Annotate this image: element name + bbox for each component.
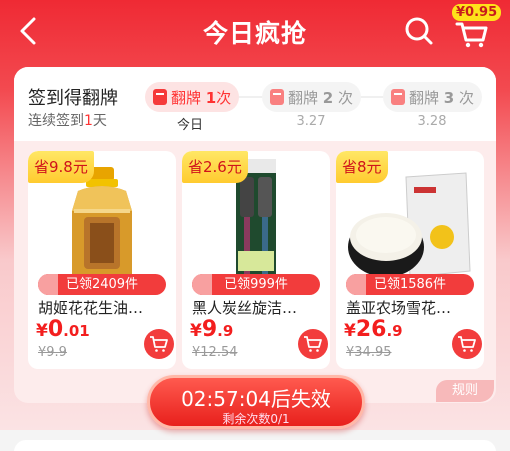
cart-icon bbox=[150, 336, 168, 352]
product-name: 黑人炭丝旋洁… bbox=[192, 299, 298, 317]
signin-streak: 连续签到1天 bbox=[28, 113, 107, 129]
countdown-text: 02:57:04后失效 bbox=[181, 387, 331, 411]
add-to-cart-button[interactable] bbox=[452, 329, 482, 359]
flip-step-3-date: 3.28 bbox=[417, 114, 447, 129]
signin-title: 签到得翻牌 bbox=[28, 88, 118, 109]
flip-step-2[interactable]: 翻牌 2 次 bbox=[262, 82, 362, 112]
card-icon bbox=[270, 89, 284, 105]
savings-tag: 省8元 bbox=[336, 151, 388, 183]
cart-amount-badge: ¥0.95 bbox=[452, 4, 502, 21]
claimed-count: 已领999件 bbox=[192, 274, 320, 295]
card-icon bbox=[153, 89, 167, 105]
product-price: ¥9.9 bbox=[190, 317, 234, 342]
next-section-card bbox=[14, 440, 496, 451]
product-price: ¥0.01 bbox=[36, 317, 90, 342]
flip-step-3[interactable]: 翻牌 3 次 bbox=[383, 82, 483, 112]
product-name: 胡姬花花生油… bbox=[38, 299, 144, 317]
claimed-count: 已领1586件 bbox=[346, 274, 474, 295]
cart-icon bbox=[458, 336, 476, 352]
original-price: ¥34.95 bbox=[346, 345, 392, 360]
original-price: ¥12.54 bbox=[192, 345, 238, 360]
cart-icon bbox=[304, 336, 322, 352]
product-card-peanut-oil[interactable]: 省9.8元 已领2409件 胡姬花花生油… ¥0.01 ¥9.9 bbox=[28, 151, 176, 369]
product-card-rice[interactable]: 省8元 已领1586件 盖亚农场雪花… ¥26.9 ¥34.95 bbox=[336, 151, 484, 369]
flip-step-1[interactable]: 翻牌 1次 bbox=[145, 82, 240, 112]
flip-step-1-date: 今日 bbox=[176, 118, 203, 133]
add-to-cart-button[interactable] bbox=[144, 329, 174, 359]
card-icon bbox=[391, 89, 405, 105]
savings-tag: 省9.8元 bbox=[28, 151, 94, 183]
product-name: 盖亚农场雪花… bbox=[346, 299, 452, 317]
claimed-count: 已领2409件 bbox=[38, 274, 166, 295]
search-icon[interactable] bbox=[404, 16, 434, 46]
product-price: ¥26.9 bbox=[344, 317, 403, 342]
flip-step-2-date: 3.27 bbox=[296, 114, 326, 129]
product-card-toothbrush[interactable]: 省2.6元 已领999件 黑人炭丝旋洁… ¥9.9 ¥12.54 bbox=[182, 151, 330, 369]
add-to-cart-button[interactable] bbox=[298, 329, 328, 359]
original-price: ¥9.9 bbox=[38, 345, 67, 360]
remaining-count: 剩余次数0/1 bbox=[222, 412, 290, 426]
back-arrow-icon[interactable] bbox=[14, 16, 42, 46]
countdown-button[interactable]: 02:57:04后失效 剩余次数0/1 bbox=[147, 375, 365, 429]
rules-button[interactable]: 规则 bbox=[436, 380, 494, 402]
savings-tag: 省2.6元 bbox=[182, 151, 248, 183]
